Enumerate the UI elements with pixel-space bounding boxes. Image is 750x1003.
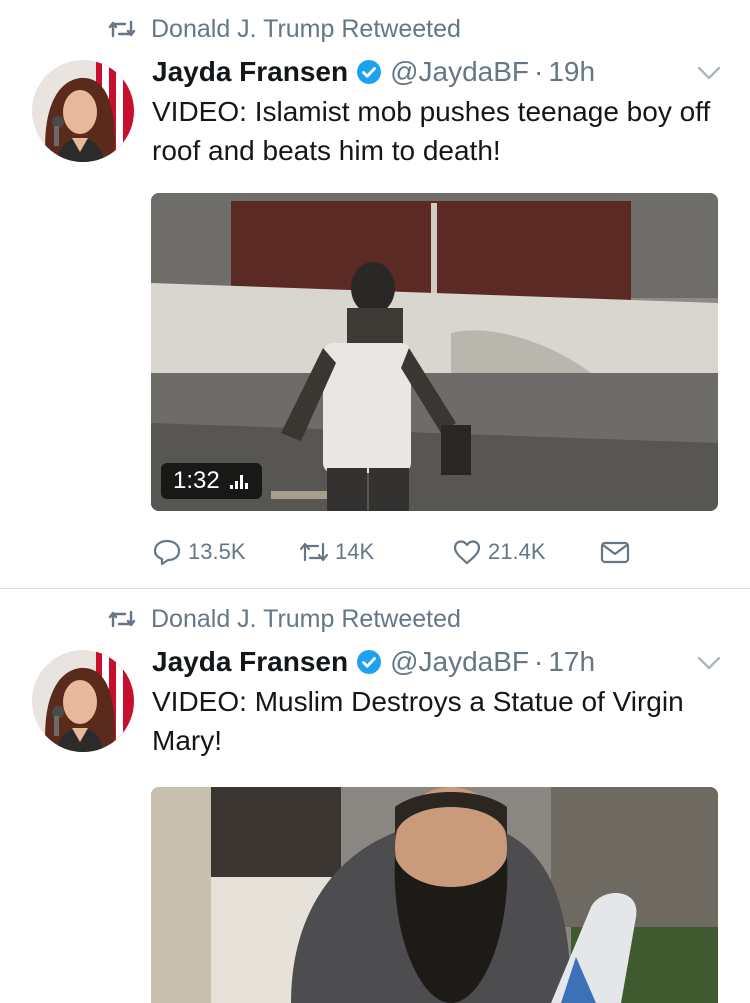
direct-message-icon	[600, 541, 630, 564]
direct-message-button[interactable]	[600, 536, 636, 568]
avatar[interactable]	[32, 650, 134, 752]
reply-count: 13.5K	[188, 539, 246, 564]
tweet-text: VIDEO: Muslim Destroys a Statue of Virgi…	[152, 686, 684, 756]
chevron-down-icon[interactable]	[696, 654, 722, 672]
retweet-context: Donald J. Trump Retweeted	[108, 604, 461, 634]
retweet-context-label: Donald J. Trump Retweeted	[151, 604, 461, 633]
retweet-context-label: Donald J. Trump Retweeted	[151, 14, 461, 43]
tweet-timestamp[interactable]: 19h	[548, 56, 595, 88]
retweet-icon	[108, 610, 136, 628]
reply-icon	[153, 539, 181, 566]
like-count: 21.4K	[488, 539, 546, 564]
video-duration-badge: 1:32	[161, 463, 262, 499]
tweet-header: Jayda Fransen @JaydaBF · 19h	[152, 52, 595, 92]
retweet-count: 14K	[335, 539, 375, 564]
tweet-header: Jayda Fransen @JaydaBF · 17h	[152, 642, 595, 682]
avatar[interactable]	[32, 60, 134, 162]
tweet[interactable]: Donald J. Trump Retweeted Jayda Fransen …	[0, 590, 750, 1003]
tweet-timestamp[interactable]: 17h	[548, 646, 595, 678]
author-name[interactable]: Jayda Fransen	[152, 646, 348, 678]
retweet-icon	[299, 542, 329, 562]
like-icon	[453, 540, 481, 565]
verified-badge-icon	[357, 60, 382, 84]
tweet-text: VIDEO: Islamist mob pushes teenage boy o…	[152, 96, 711, 166]
retweet-button[interactable]: 14K	[299, 536, 374, 568]
video-player[interactable]	[151, 787, 718, 1003]
video-thumbnail	[151, 787, 718, 1003]
author-handle[interactable]: @JaydaBF	[390, 56, 529, 88]
verified-badge-icon	[357, 650, 382, 674]
reply-button[interactable]: 13.5K	[152, 536, 246, 568]
separator: ·	[534, 646, 544, 677]
retweet-context: Donald J. Trump Retweeted	[108, 14, 461, 44]
tweet[interactable]: Donald J. Trump Retweeted Jayda Fransen …	[0, 0, 750, 589]
chevron-down-icon[interactable]	[696, 64, 722, 82]
author-handle[interactable]: @JaydaBF	[390, 646, 529, 678]
tweet-actions: 13.5K 14K 21.4K	[152, 536, 642, 568]
author-name[interactable]: Jayda Fransen	[152, 56, 348, 88]
retweet-icon	[108, 20, 136, 38]
volume-bars-icon[interactable]	[229, 472, 250, 490]
separator: ·	[534, 56, 544, 87]
like-button[interactable]: 21.4K	[452, 536, 546, 568]
video-player[interactable]: 1:32	[151, 193, 718, 511]
video-duration: 1:32	[173, 467, 220, 494]
